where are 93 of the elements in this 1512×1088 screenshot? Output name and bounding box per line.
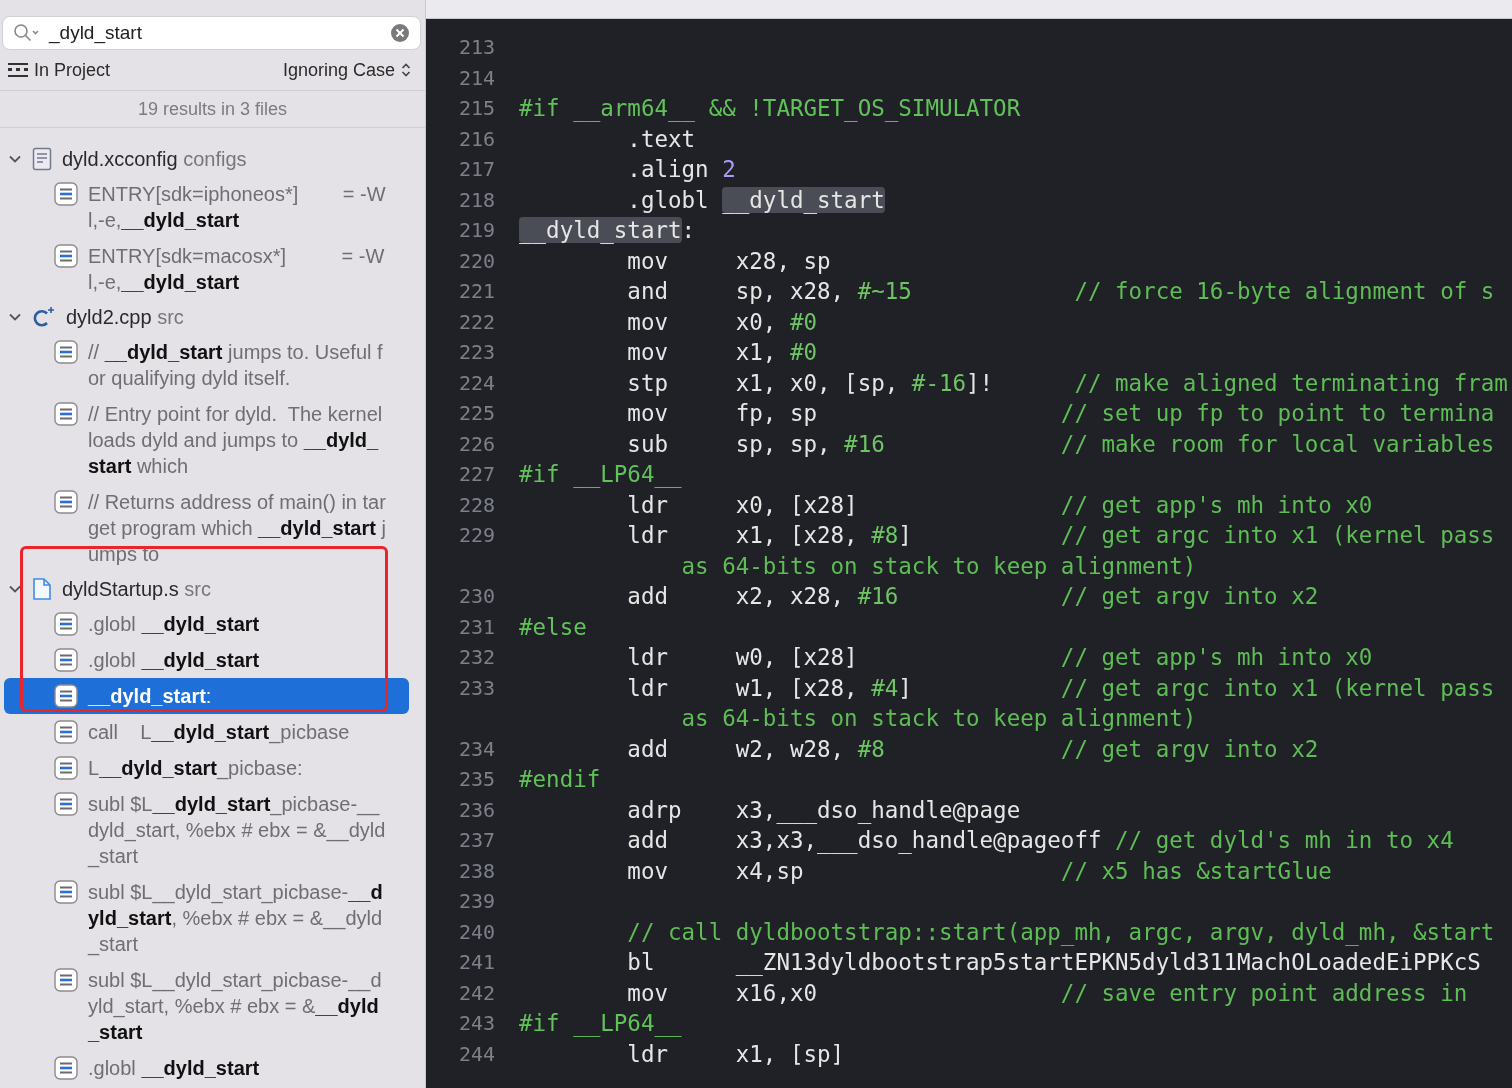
code-line: .align 2 [626, 155, 736, 184]
line-number: 214 [457, 64, 495, 92]
line-number: 215 [457, 95, 495, 122]
file-group-row[interactable]: dyld2.cpp src [0, 300, 425, 334]
search-result-row[interactable]: ENTRY[sdk=macosx*] = -Wl,-e,__dyld_start [4, 238, 409, 300]
line-number: 217 [457, 156, 495, 183]
line-number: 220 [457, 247, 495, 275]
code-line: as 64-bits on stack to keep alignment) [680, 704, 1197, 733]
line-number: 226 [457, 430, 495, 458]
line-number: 221 [457, 278, 495, 305]
up-down-chevron-icon [401, 62, 411, 78]
file-name: dyldStartup.s src [62, 577, 211, 601]
code-line: #if __LP64__ [519, 1009, 682, 1039]
line-number: 230 [457, 583, 495, 610]
code-line: add x3,x3,___dso_handle@pageoff // get dyld's mh in to x4 [626, 826, 1454, 856]
case-selector[interactable]: Ignoring Case [282, 59, 411, 81]
code-line: mov fp, sp // set up fp to point to termina [626, 399, 1495, 428]
search-text: _dyld_start [49, 22, 143, 44]
search-field[interactable]: _dyld_start [2, 16, 421, 50]
search-result-row[interactable]: subl $L__dyld_start_picbase-__dyld_start, %ebx # ebx = &__dyld_start [4, 786, 409, 874]
code-line: ldr w0, [x28] // get app's mh into x0 [626, 643, 1373, 672]
line-number: 233 [457, 674, 495, 702]
search-result-row[interactable]: .globl __dyld_start [4, 606, 409, 642]
results-summary: 19 results in 3 files [0, 91, 425, 128]
code-line: ldr x0, [x28] // get app's mh into x0 [626, 490, 1373, 520]
line-number: 242 [457, 979, 495, 1007]
file-group-row[interactable]: dyld.xcconfig configs [0, 142, 425, 176]
code-line: sub sp, sp, #16 // make room for local variables [626, 429, 1495, 459]
code-line: mov x4,sp // x5 has &startGlue [626, 856, 1332, 886]
line-number: 243 [457, 1010, 495, 1037]
line-number: 227 [457, 461, 495, 488]
line-number: 234 [457, 735, 495, 763]
line-number: 228 [457, 491, 495, 519]
line-number: 232 [457, 644, 495, 671]
search-result-row[interactable]: ENTRY[sdk=iphoneos*] = -Wl,-e,__dyld_start [4, 176, 409, 238]
search-result-row[interactable]: .globl __dyld_start [4, 1050, 409, 1086]
code-line: and sp, x28, #~15 // force 16-byte alignment of s [626, 277, 1495, 306]
line-number: 216 [457, 125, 495, 153]
search-result-row[interactable]: .globl __dyld_start [4, 642, 409, 678]
code-line: // call dyldbootstrap::start(app_mh, argc, argv, dyld_mh, &start [626, 917, 1495, 947]
line-number: 241 [457, 949, 495, 976]
line-number: 223 [457, 339, 495, 366]
search-result-row[interactable]: // Entry point for dyld. The kernel loads dyld and jumps to __dyld_start which [4, 396, 409, 484]
line-number: 229 [457, 522, 495, 549]
code-line: mov x28, sp [626, 246, 831, 276]
line-number: 219 [457, 217, 495, 244]
line-number: 225 [457, 400, 495, 427]
document-icon [32, 577, 52, 601]
cpp-file-icon [32, 305, 56, 329]
code-line: #else [519, 612, 587, 642]
line-number: 236 [457, 796, 495, 824]
line-number: 240 [457, 918, 495, 946]
clear-icon[interactable] [390, 23, 410, 43]
search-result-row[interactable]: // __dyld_start jumps to. Useful for qualifying dyld itself. [4, 334, 409, 396]
code-line: add x2, x28, #16 // get argv into x2 [626, 582, 1319, 611]
line-number: 218 [457, 186, 495, 214]
line-number: 235 [457, 766, 495, 793]
code-line: mov x1, #0 [626, 338, 818, 367]
document-icon [32, 147, 52, 171]
file-group-row[interactable]: dyldStartup.s src [0, 572, 425, 606]
code-line: ldr x1, [x28, #8] // get argc into x1 (kernel pass [626, 521, 1495, 550]
line-number: 237 [457, 827, 495, 854]
code-line: bl __ZN13dyldbootstrap5startEPKN5dyld311MachOLoadedEiPPKcS [626, 948, 1481, 978]
code-line: .text [626, 124, 696, 154]
search-result-row[interactable]: L__dyld_start_picbase: [4, 750, 409, 786]
code-line: ldr x1, [sp] [626, 1039, 845, 1069]
code-line: add w2, w28, #8 // get argv into x2 [626, 734, 1319, 764]
line-number: 213 [457, 34, 495, 61]
line-number: 224 [457, 369, 495, 397]
search-icon[interactable] [13, 23, 41, 43]
line-number: 231 [457, 613, 495, 641]
file-name: dyld.xcconfig configs [62, 147, 247, 171]
search-result-row[interactable]: call L__dyld_start_picbase [4, 714, 409, 750]
scope-selector[interactable]: In Project [8, 59, 111, 81]
code-line: adrp x3,___dso_handle@page [626, 795, 1021, 825]
line-number: 222 [457, 308, 495, 336]
code-line: ldr w1, [x28, #4] // get argc into x1 (kernel pass [626, 673, 1495, 703]
code-line: #if __arm64__ && !TARGET_OS_SIMULATOR [519, 94, 1021, 124]
search-result-row[interactable]: subl $L__dyld_start_picbase-__dyld_start, %ebx # ebx = &__dyld_start [4, 874, 409, 962]
code-line: mov x0, #0 [626, 307, 818, 337]
search-result-row[interactable]: __dyld_start: [4, 678, 409, 714]
code-line: mov x16,x0 // save entry point address in [626, 978, 1468, 1008]
code-line: #endif [519, 765, 601, 794]
search-result-row[interactable]: subl $L__dyld_start_picbase-__dyld_start, %ebx # ebx = &__dyld_start [4, 962, 409, 1050]
line-number: 239 [457, 888, 495, 915]
search-result-row[interactable]: // Returns address of main() in target program which __dyld_start jumps to [4, 484, 409, 572]
line-number: 244 [457, 1040, 495, 1068]
code-line: #if __LP64__ [519, 460, 682, 490]
file-name: dyld2.cpp src [66, 305, 184, 329]
code-line: as 64-bits on stack to keep alignment) [680, 551, 1197, 581]
line-number: 238 [457, 857, 495, 885]
scope-icon [8, 63, 28, 77]
code-line: stp x1, x0, [sp, #-16]! // make aligned terminating fram [626, 368, 1508, 398]
